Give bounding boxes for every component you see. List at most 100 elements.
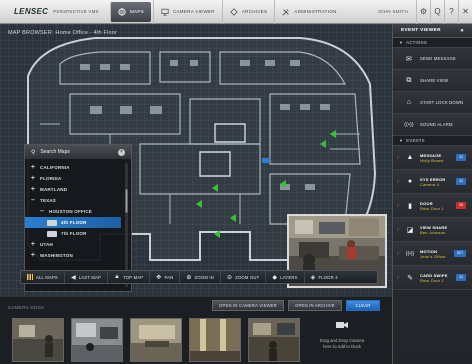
tree-item-houston-office[interactable]: – HOUSTON OFFICE xyxy=(25,206,131,217)
tab-label: MAPS xyxy=(130,9,144,14)
send-message-button[interactable]: ✉ SEND MESSAGE xyxy=(393,48,472,70)
chevron-right-icon: › xyxy=(397,154,399,161)
event-type: CARD SWIPE xyxy=(420,272,448,278)
tree-item-7th-floor[interactable]: 7th FLOOR xyxy=(25,228,131,239)
expand-icon[interactable]: + xyxy=(29,175,37,182)
close-icon[interactable]: × xyxy=(118,148,125,156)
monitor-icon xyxy=(161,8,169,16)
expand-icon[interactable]: + xyxy=(29,186,37,193)
tree-item-label: FLORIDA xyxy=(40,176,62,181)
door-icon: ▮ xyxy=(408,202,412,210)
open-in-archive-button[interactable]: OPEN IN ARCHIVE xyxy=(288,300,342,311)
layers-icon: ◆ xyxy=(272,274,278,281)
collapse-panel-icon[interactable]: » xyxy=(460,28,464,34)
zoom-out-button[interactable]: ⊖ ZOOM OUT xyxy=(221,271,267,283)
event-count-badge: 527 xyxy=(454,250,466,257)
all-maps-button[interactable]: ALL MAPS xyxy=(21,271,65,283)
zoom-in-button[interactable]: ⊕ ZOOM IN xyxy=(180,271,221,283)
button-label: LAYERS xyxy=(280,274,298,280)
layers-button[interactable]: ◆ LAYERS xyxy=(266,271,305,283)
dock-camera-thumbnail[interactable] xyxy=(189,318,241,362)
last-map-button[interactable]: ◀ LAST MAP xyxy=(65,271,109,283)
tree-item-washington[interactable]: + WASHINGTON xyxy=(25,250,131,261)
event-count-badge: 41 xyxy=(456,274,466,281)
help-icon[interactable]: ? xyxy=(444,0,458,24)
event-item-view-share[interactable]: › ◪ VIEW SHARE Ben Johnson xyxy=(393,218,472,242)
event-detail: Camera 4 xyxy=(420,181,440,187)
tree-item-california[interactable]: + CALIFORNIA xyxy=(25,162,131,173)
close-icon[interactable]: ✕ xyxy=(458,0,472,24)
zoom-out-icon: ⊖ xyxy=(226,274,233,281)
pan-button[interactable]: ✥ PAN xyxy=(150,271,181,283)
button-label: TOP MAP xyxy=(123,274,144,280)
dock-drop-zone[interactable]: Drag and Drop Camera here to Add to Dock xyxy=(316,318,368,362)
grid-icon xyxy=(27,274,33,280)
share-view-button[interactable]: ⧉ SHARE VIEW xyxy=(393,70,472,92)
collapse-icon[interactable]: – xyxy=(29,197,37,204)
chevron-right-icon: › xyxy=(397,274,399,281)
search-icon[interactable]: Q xyxy=(430,0,444,24)
event-detail: Rear Door 1 xyxy=(420,277,444,283)
dock-camera-thumbnail[interactable] xyxy=(248,318,300,362)
tab-administration[interactable]: ADMINISTRATION xyxy=(274,0,343,24)
dock-camera-thumbnail[interactable] xyxy=(12,318,64,362)
event-item-sys-error[interactable]: › ● SYS ERROR Camera 4 41 xyxy=(393,170,472,194)
event-detail: Jean's Office xyxy=(420,253,446,259)
dock-camera-thumbnail[interactable] xyxy=(71,318,123,362)
dock-camera-thumbnail[interactable] xyxy=(130,318,182,362)
tree-item-texas[interactable]: – TEXAS xyxy=(25,195,131,206)
actions-section-header[interactable]: ▼ ACTIONS xyxy=(393,38,472,48)
brand-logo: LENSEC xyxy=(14,7,49,16)
tree-item-utah[interactable]: + UTAH xyxy=(25,239,131,250)
event-item-motion[interactable]: › ((•)) MOTION Jean's Office 527 xyxy=(393,242,472,266)
sound-alarm-button[interactable]: ((•)) SOUND ALARM xyxy=(393,114,472,136)
event-count-badge: 26 xyxy=(456,202,466,209)
events-section-header[interactable]: ▼ EVENTS xyxy=(393,136,472,146)
event-type: SYS ERROR xyxy=(420,176,446,182)
archive-icon xyxy=(230,7,238,16)
tree-item-4th-floor[interactable]: 4th FLOOR xyxy=(25,217,121,228)
top-map-button[interactable]: ▲ TOP MAP xyxy=(108,271,151,283)
event-item-card-swipe[interactable]: › ✎ CARD SWIPE Rear Door 1 41 xyxy=(393,266,472,290)
user-name[interactable]: JOHN SMITH xyxy=(370,9,417,14)
tab-camera-viewer[interactable]: CAMERA VIEWER xyxy=(152,0,222,24)
gear-icon[interactable]: ⚙ xyxy=(416,0,430,24)
card-swipe-icon: ✎ xyxy=(407,274,413,282)
search-icon: ⚲ xyxy=(31,149,36,156)
envelope-icon: ✉ xyxy=(405,55,413,63)
zoom-in-icon: ⊕ xyxy=(186,274,192,281)
search-header[interactable]: ⚲ Search Maps × xyxy=(25,145,131,159)
button-label: LAST MAP xyxy=(78,274,102,280)
tree-item-label: 7th FLOOR xyxy=(61,231,87,236)
drop-instructions: Drag and Drop Camera here to Add to Dock xyxy=(319,338,365,349)
scrollbar-thumb[interactable] xyxy=(125,189,128,213)
floor-icon: ◈ xyxy=(310,274,316,281)
event-item-message[interactable]: › ▲ MESSAGE Holly Brown 41 xyxy=(393,146,472,170)
expand-icon[interactable]: + xyxy=(29,252,37,259)
event-item-door[interactable]: › ▮ DOOR Rear Door 1 26 xyxy=(393,194,472,218)
action-label: SEND MESSAGE xyxy=(420,56,456,61)
expand-icon[interactable]: + xyxy=(29,164,37,171)
tree-item-label: UTAH xyxy=(40,242,53,247)
tab-maps[interactable]: MAPS xyxy=(110,1,151,22)
expand-icon[interactable]: + xyxy=(29,241,37,248)
tree-item-florida[interactable]: + FLORIDA xyxy=(25,173,131,184)
open-in-camera-viewer-button[interactable]: OPEN IN CAMERA VIEWER xyxy=(212,300,284,311)
top-bar: LENSEC PERSPECTIVE VMS MAPS CAMERA VIEWE… xyxy=(0,0,472,24)
tree-item-maryland[interactable]: + MARYLAND xyxy=(25,184,131,195)
tab-archives[interactable]: ARCHIVES xyxy=(221,0,274,24)
dock-thumbnails xyxy=(12,318,300,362)
tree-scrollbar[interactable] xyxy=(125,163,128,287)
floor-map-icon xyxy=(47,230,57,237)
floor-select-button[interactable]: ◈ FLOOR 4 xyxy=(305,271,344,283)
map-browser[interactable]: MAP BROWSER: Home Office - 4th Floor ⚲ S… xyxy=(0,24,392,296)
start-lock-down-button[interactable]: ⌂ START LOCK DOWN xyxy=(393,92,472,114)
event-viewer-title: EVENT VIEWER xyxy=(401,28,441,33)
globe-icon xyxy=(118,7,126,16)
section-label: ACTIONS xyxy=(406,40,427,45)
floor-map-icon xyxy=(47,219,57,226)
search-title: Search Maps xyxy=(40,149,70,155)
collapse-icon[interactable]: – xyxy=(38,208,46,215)
error-icon: ● xyxy=(407,178,413,185)
clear-button[interactable]: CLEAR xyxy=(346,300,380,311)
